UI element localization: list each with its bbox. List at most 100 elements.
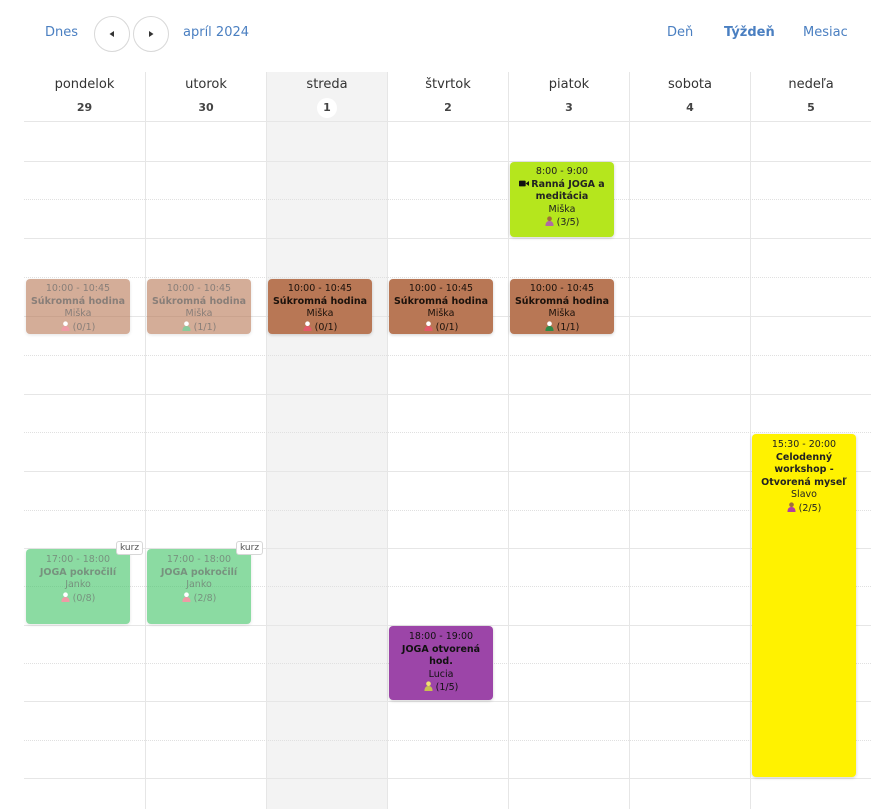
day-name: sobota [668, 77, 712, 92]
capacity-value: (1/1) [193, 321, 217, 333]
person-icon [303, 320, 312, 331]
half-hour-line [24, 355, 871, 356]
person-icon [787, 501, 796, 512]
event-title: JOGA otvorená hod. [401, 643, 481, 668]
event-sukromna-hodina-monday[interactable]: 10:00 - 10:45 Súkromná hodina Miška (0/1… [26, 279, 130, 334]
event-teacher: Slavo [791, 489, 817, 500]
event-teacher: Miška [185, 308, 213, 319]
event-time: 10:00 - 10:45 [166, 283, 232, 294]
event-joga-otvorena[interactable]: 18:00 - 19:00 JOGA otvorená hod. Lucia (… [389, 626, 493, 700]
prev-week-button[interactable] [94, 16, 130, 52]
event-capacity: (1/1) [147, 320, 251, 335]
day-name: nedeľa [788, 77, 834, 92]
day-name: piatok [548, 77, 590, 92]
event-title: Súkromná hodina [151, 295, 247, 307]
event-title: Súkromná hodina [514, 295, 610, 307]
person-icon [61, 320, 70, 331]
person-icon [424, 681, 433, 691]
day-number: 3 [565, 101, 573, 114]
event-title: JOGA pokročilí [39, 566, 117, 578]
event-time: 10:00 - 10:45 [45, 283, 111, 294]
capacity-value: (0/1) [72, 321, 96, 333]
event-capacity: (1/5) [389, 681, 493, 695]
event-time: 10:00 - 10:45 [408, 283, 474, 294]
event-sukromna-hodina-tuesday[interactable]: 10:00 - 10:45 Súkromná hodina Miška (1/1… [147, 279, 251, 334]
course-badge: kurz [116, 541, 144, 555]
triangle-right-icon [149, 31, 154, 37]
event-title: Súkromná hodina [272, 295, 368, 307]
event-time: 18:00 - 19:00 [408, 631, 474, 642]
capacity-value: (1/5) [435, 682, 459, 693]
event-teacher: Lucia [428, 668, 454, 680]
event-time: 17:00 - 18:00 [166, 554, 232, 565]
person-icon [61, 591, 70, 602]
capacity-value: (0/1) [435, 321, 459, 333]
day-column-monday[interactable]: pondelok 29 [24, 72, 145, 809]
event-capacity: (1/1) [510, 320, 614, 335]
calendar-toolbar: Dnes apríl 2024 Deň Týždeň Mesiac [0, 0, 895, 66]
event-time: 10:00 - 10:45 [287, 283, 353, 294]
event-joga-pokrocili-monday[interactable]: 17:00 - 18:00 JOGA pokročilí Janko (0/8) [26, 549, 130, 624]
video-camera-icon [519, 180, 530, 186]
view-month-button[interactable]: Mesiac [803, 25, 848, 40]
event-teacher: Janko [186, 579, 212, 590]
event-joga-pokrocili-tuesday[interactable]: 17:00 - 18:00 JOGA pokročilí Janko (2/8) [147, 549, 251, 624]
day-column-saturday[interactable]: sobota 4 [629, 72, 750, 809]
event-teacher: Miška [427, 308, 455, 319]
day-column-tuesday[interactable]: utorok 30 [145, 72, 266, 809]
day-name: štvrtok [425, 77, 471, 92]
event-capacity: (0/8) [26, 591, 130, 606]
view-day-button[interactable]: Deň [667, 25, 693, 40]
day-name: streda [306, 77, 348, 92]
today-button[interactable]: Dnes [45, 25, 78, 40]
event-sukromna-hodina-thursday[interactable]: 10:00 - 10:45 Súkromná hodina Miška (0/1… [389, 279, 493, 334]
event-capacity: (2/5) [752, 501, 856, 516]
event-teacher: Miška [306, 308, 334, 319]
person-icon [182, 320, 191, 331]
next-week-button[interactable] [133, 16, 169, 52]
event-capacity: (0/1) [26, 320, 130, 335]
capacity-value: (0/8) [72, 592, 96, 604]
event-title: Súkromná hodina [30, 295, 126, 307]
event-celodenny-workshop[interactable]: 15:30 - 20:00 Celodenný workshop - Otvor… [752, 434, 856, 777]
capacity-value: (1/1) [556, 321, 580, 333]
triangle-left-icon [109, 31, 114, 37]
event-teacher: Miška [548, 308, 576, 319]
event-capacity: (0/1) [268, 320, 372, 335]
hour-line [24, 471, 871, 472]
event-sukromna-hodina-friday[interactable]: 10:00 - 10:45 Súkromná hodina Miška (1/1… [510, 279, 614, 334]
day-number: 2 [444, 101, 452, 114]
event-title-text: Ranná JOGA a meditácia [531, 178, 605, 203]
event-sukromna-hodina-wednesday[interactable]: 10:00 - 10:45 Súkromná hodina Miška (0/1… [268, 279, 372, 334]
day-number: 29 [76, 101, 93, 114]
header-divider [24, 121, 871, 122]
half-hour-line [24, 740, 871, 741]
day-name: utorok [185, 77, 227, 92]
event-teacher: Miška [64, 308, 92, 319]
event-time: 8:00 - 9:00 [535, 166, 589, 177]
person-icon [545, 216, 554, 226]
event-time: 10:00 - 10:45 [529, 283, 595, 294]
event-title: Súkromná hodina [393, 295, 489, 307]
person-icon [182, 591, 191, 602]
hour-line [24, 394, 871, 395]
event-ranna-joga[interactable]: 8:00 - 9:00 Ranná JOGA a meditácia Miška… [510, 162, 614, 237]
capacity-value: (2/8) [193, 592, 217, 604]
capacity-value: (3/5) [556, 217, 580, 228]
half-hour-line [24, 432, 871, 433]
view-week-button[interactable]: Týždeň [724, 25, 775, 40]
day-name: pondelok [54, 77, 115, 92]
person-icon [545, 320, 554, 331]
event-capacity: (2/8) [147, 591, 251, 606]
hour-line [24, 238, 871, 239]
day-column-wednesday-today[interactable]: streda 1 [266, 72, 387, 809]
hour-line [24, 778, 871, 779]
event-title: Celodenný workshop - Otvorená myseľ [761, 451, 847, 488]
half-hour-line [24, 199, 871, 200]
capacity-value: (0/1) [314, 321, 338, 333]
event-teacher: Janko [65, 579, 91, 590]
event-teacher: Miška [548, 203, 576, 215]
day-number: 4 [686, 101, 694, 114]
event-time: 15:30 - 20:00 [771, 439, 837, 450]
half-hour-line [24, 277, 871, 278]
